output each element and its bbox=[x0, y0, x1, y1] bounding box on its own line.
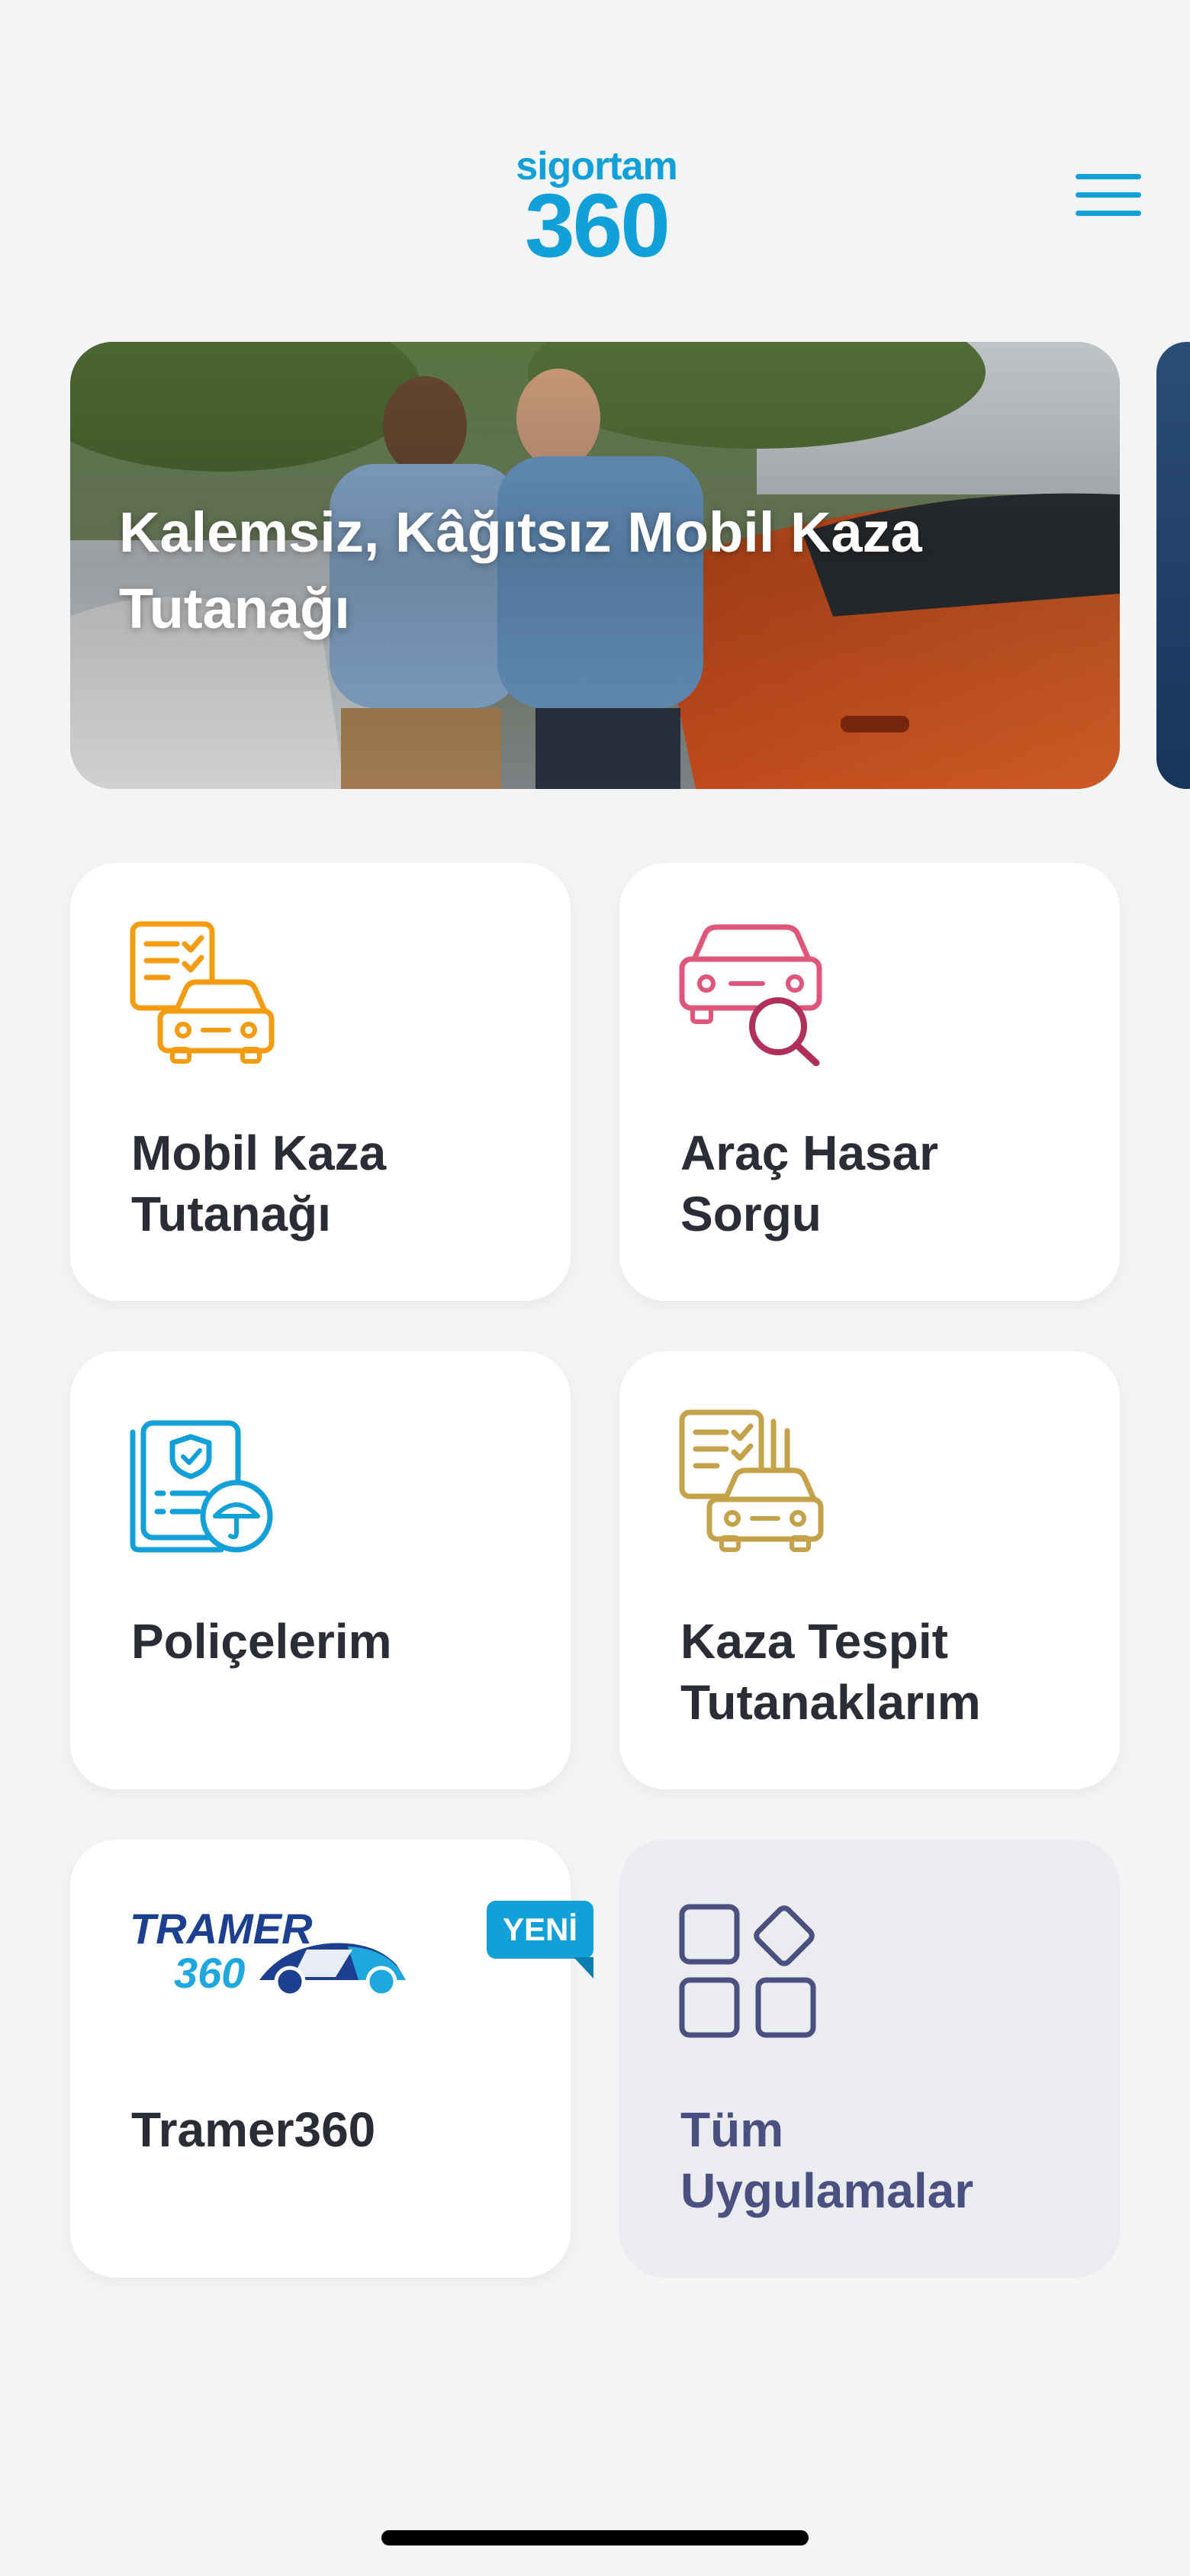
tramer-logo-number: 360 bbox=[174, 1949, 245, 1997]
card-arac-hasar-sorgu[interactable]: Araç Hasar Sorgu bbox=[619, 863, 1120, 1301]
banner-title: Kalemsiz, Kâğıtsız Mobil Kaza Tutanağı bbox=[119, 501, 922, 640]
accident-report-icon bbox=[130, 921, 275, 1064]
card-label: Mobil Kaza Tutanağı bbox=[131, 1125, 387, 1241]
all-apps-grid-icon bbox=[679, 1904, 816, 2038]
card-label: Tüm Uygulamalar bbox=[680, 2102, 974, 2218]
next-banner-preview[interactable] bbox=[1156, 342, 1190, 789]
new-badge: YENİ bbox=[487, 1901, 593, 1959]
card-tum-uygulamalar[interactable]: Tüm Uygulamalar bbox=[619, 1840, 1120, 2278]
tramer-logo-text: TRAMER bbox=[130, 1905, 313, 1953]
card-label: Kaza Tespit Tutanaklarım bbox=[680, 1614, 981, 1730]
logo-number: 360 bbox=[525, 175, 671, 276]
accident-reports-list-icon bbox=[679, 1409, 824, 1552]
card-kaza-tespit-tutanaklarim[interactable]: Kaza Tespit Tutanaklarım bbox=[619, 1351, 1120, 1789]
app-screen: sigortam 360 Kalemsiz, Kâğıtsız Mobil Ka… bbox=[0, 0, 1190, 2576]
tramer360-logo: TRAMER 360 bbox=[130, 1905, 406, 1998]
card-label: Tramer360 bbox=[131, 2102, 376, 2157]
car-search-icon bbox=[679, 924, 822, 1066]
promo-banner[interactable]: Kalemsiz, Kâğıtsız Mobil Kaza Tutanağı bbox=[70, 342, 1120, 789]
card-label: Poliçelerim bbox=[131, 1614, 392, 1669]
home-indicator[interactable] bbox=[381, 2530, 809, 2545]
card-label: Araç Hasar Sorgu bbox=[680, 1125, 938, 1241]
new-badge-tail bbox=[574, 1957, 593, 1979]
card-policelerim[interactable]: Poliçelerim bbox=[70, 1351, 571, 1789]
policy-document-icon bbox=[130, 1420, 273, 1553]
card-mobil-kaza-tutanagi[interactable]: Mobil Kaza Tutanağı bbox=[70, 863, 571, 1301]
hamburger-menu-icon[interactable] bbox=[1076, 174, 1141, 227]
sigortam360-logo[interactable]: sigortam 360 bbox=[497, 145, 696, 271]
